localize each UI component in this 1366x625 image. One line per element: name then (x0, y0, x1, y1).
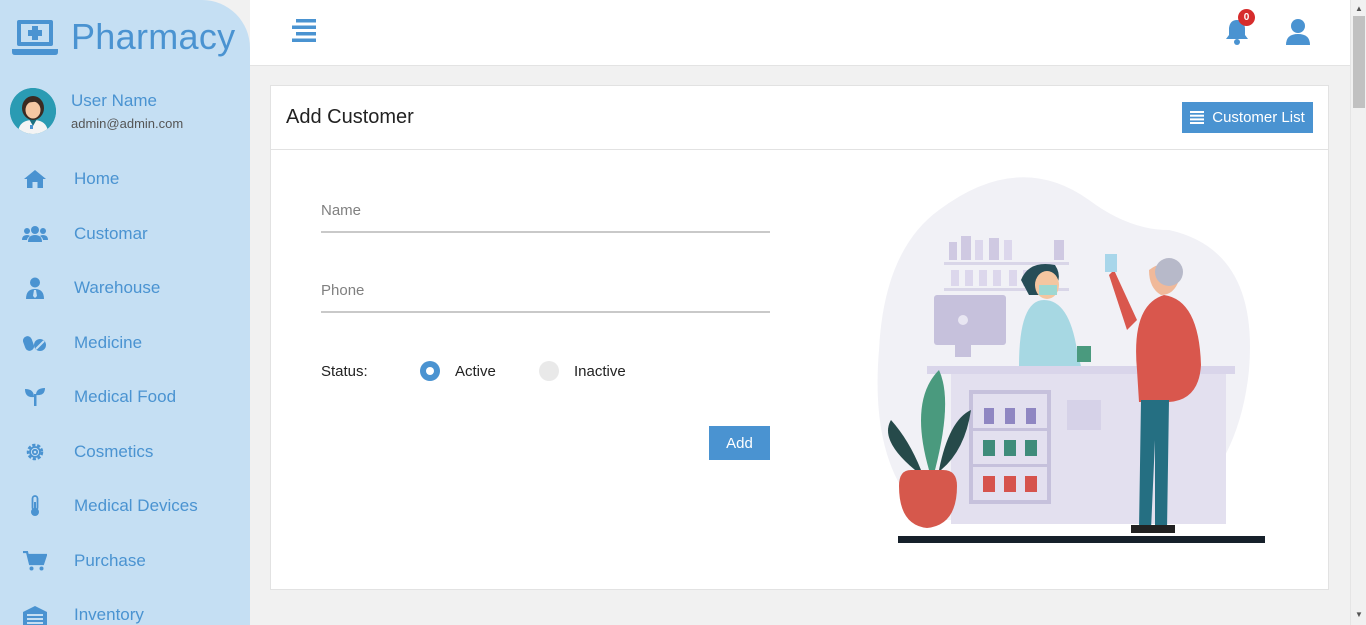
radio-checked-icon (420, 361, 440, 381)
sidebar-item-label: Medicine (74, 332, 143, 352)
sidebar-item-medicine[interactable]: Medicine (0, 316, 250, 371)
radio-label: Active (455, 362, 496, 380)
seedling-icon (22, 384, 48, 410)
scroll-up-icon[interactable]: ▲ (1355, 4, 1363, 13)
pharmacy-illustration (877, 177, 1265, 543)
name-input[interactable] (321, 189, 770, 231)
menu-toggle-icon[interactable] (290, 18, 318, 44)
topbar: 0 (250, 0, 1350, 66)
thermometer-icon (22, 493, 48, 519)
app-title: Pharmacy (71, 16, 236, 57)
sidebar-item-home[interactable]: Home (0, 152, 250, 207)
phone-field (321, 269, 770, 313)
user-icon[interactable] (1285, 18, 1311, 46)
warehouse-icon (22, 602, 48, 625)
home-icon (22, 166, 48, 192)
sidebar-item-inventory[interactable]: Inventory (0, 588, 250, 625)
brand[interactable]: Pharmacy (12, 16, 235, 58)
customer-list-button[interactable]: Customer List (1182, 102, 1313, 133)
radio-unchecked-icon (539, 361, 559, 381)
scrollbar[interactable]: ▲ ▼ (1350, 0, 1366, 625)
sidebar-item-label: Warehouse (74, 278, 161, 298)
scroll-down-icon[interactable]: ▼ (1355, 610, 1363, 619)
cart-icon (22, 548, 48, 574)
sidebar-item-label: Customar (74, 223, 148, 243)
laptop-medical-icon (12, 20, 58, 55)
name-field (321, 189, 770, 233)
sidebar-item-label: Medical Food (74, 387, 177, 407)
status-label: Status: (321, 363, 368, 380)
avatar (10, 88, 56, 134)
sidebar-item-medical-devices[interactable]: Medical Devices (0, 479, 250, 534)
users-icon (22, 221, 48, 247)
notification-badge: 0 (1238, 9, 1255, 26)
sidebar-item-label: Purchase (74, 550, 146, 570)
sidebar-item-label: Cosmetics (74, 441, 154, 461)
list-icon (1190, 111, 1205, 124)
card-header: Add Customer Customer List (271, 86, 1328, 150)
sidebar-item-label: Home (74, 169, 120, 189)
pills-icon (22, 330, 48, 356)
pharmacist-avatar-icon (10, 88, 56, 134)
sidebar-item-customar[interactable]: Customar (0, 207, 250, 262)
user-profile[interactable]: User Name admin@admin.com (10, 88, 183, 134)
sidebar-item-label: Medical Devices (74, 496, 198, 516)
sidebar: Pharmacy User Name admin@admin.com Home (0, 0, 250, 625)
sidebar-item-cosmetics[interactable]: Cosmetics (0, 425, 250, 480)
user-name: User Name (71, 91, 157, 110)
user-email: admin@admin.com (71, 116, 184, 131)
sidebar-item-medical-food[interactable]: Medical Food (0, 370, 250, 425)
add-button[interactable]: Add (709, 426, 770, 460)
customer-list-label: Customer List (1212, 109, 1305, 126)
status-inactive-radio[interactable]: Inactive (539, 361, 626, 381)
sidebar-item-purchase[interactable]: Purchase (0, 534, 250, 589)
user-tie-icon (22, 275, 48, 301)
add-customer-card: Add Customer Customer List Status: Activ… (270, 85, 1329, 590)
gear-icon (22, 439, 48, 465)
sidebar-item-warehouse[interactable]: Warehouse (0, 261, 250, 316)
phone-input[interactable] (321, 269, 770, 311)
status-active-radio[interactable]: Active (420, 361, 496, 381)
scrollbar-thumb[interactable] (1353, 16, 1365, 108)
radio-label: Inactive (574, 362, 626, 380)
page-title: Add Customer (286, 106, 414, 128)
sidebar-nav: Home Customar Warehouse Medicine Medical… (0, 152, 250, 625)
sidebar-item-label: Inventory (74, 605, 144, 625)
